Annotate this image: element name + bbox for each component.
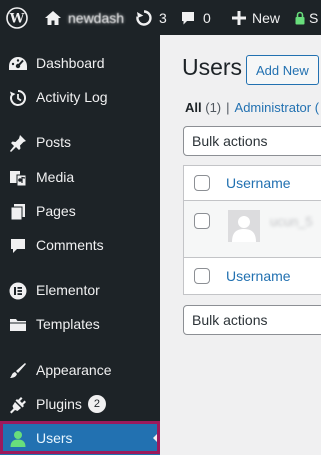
username-column-footer[interactable]: Username: [226, 268, 291, 284]
sidebar-item-users[interactable]: Users: [0, 421, 160, 455]
updates-link[interactable]: 3: [135, 0, 167, 35]
sidebar-item-label: Templates: [36, 316, 100, 332]
filter-administrator[interactable]: Administrator (: [235, 100, 320, 115]
sidebar-item-label: Media: [36, 169, 75, 185]
avatar: [228, 210, 260, 242]
brush-icon: [8, 361, 28, 381]
table-header-row: Username: [184, 166, 321, 201]
select-all-checkbox[interactable]: [194, 175, 210, 191]
pin-icon: [8, 133, 28, 153]
sidebar-item-label: Activity Log: [36, 89, 108, 105]
sidebar-item-activity-log[interactable]: Activity Log: [0, 80, 160, 114]
add-new-user-button[interactable]: Add New: [246, 55, 319, 85]
sidebar-item-appearance[interactable]: Appearance: [0, 353, 160, 387]
sidebar-item-label: Plugins: [36, 396, 82, 412]
wordpress-icon: W: [6, 6, 28, 29]
users-table: Username ucun_5 Username: [183, 165, 321, 295]
plus-icon: [232, 10, 246, 25]
active-menu-arrow: [153, 431, 160, 445]
home-icon: [44, 10, 62, 26]
sidebar-item-label: Appearance: [36, 362, 112, 378]
comment-icon: [8, 236, 28, 256]
svg-text:W: W: [9, 11, 25, 26]
updates-count: 3: [159, 9, 167, 26]
sidebar-item-elementor[interactable]: Elementor: [0, 273, 160, 307]
page-title: Users: [182, 54, 243, 80]
seo-label: S: [309, 9, 319, 26]
row-checkbox[interactable]: [194, 213, 210, 229]
sidebar-item-plugins[interactable]: Plugins 2: [0, 387, 160, 421]
table-footer-row: Username: [184, 257, 321, 295]
sidebar-item-label: Dashboard: [36, 55, 105, 71]
sidebar-item-templates[interactable]: Templates: [0, 307, 160, 341]
filter-all[interactable]: All (1): [185, 100, 221, 115]
sidebar-item-media[interactable]: Media: [0, 160, 160, 194]
new-content-link[interactable]: New: [232, 0, 280, 35]
username-column-header[interactable]: Username: [226, 175, 291, 191]
wordpress-logo-button[interactable]: W: [6, 0, 28, 35]
pages-icon: [8, 202, 28, 222]
sidebar-item-pages[interactable]: Pages: [0, 194, 160, 228]
admin-bar: W newdash 3 0 New S: [0, 0, 321, 35]
media-icon: [8, 168, 28, 188]
row-username[interactable]: ucun_5: [270, 214, 313, 229]
sidebar-item-comments[interactable]: Comments: [0, 228, 160, 262]
sidebar-item-label: Posts: [36, 134, 72, 150]
seo-link[interactable]: S: [295, 0, 318, 35]
sidebar-item-label: Users: [36, 430, 73, 446]
bulk-actions-select-top[interactable]: Bulk actions: [183, 126, 321, 156]
site-name: newdash: [68, 9, 125, 26]
sidebar-item-dashboard[interactable]: Dashboard: [0, 46, 160, 80]
plugins-update-badge: 2: [87, 395, 106, 413]
sidebar-item-label: Pages: [36, 203, 76, 219]
plugin-icon: [8, 395, 28, 415]
sidebar-item-label: Elementor: [36, 282, 100, 298]
filter-separator: |: [226, 100, 230, 115]
new-label: New: [252, 9, 281, 26]
filter-all-label: All: [185, 100, 202, 115]
filter-all-count: (1): [205, 100, 222, 115]
select-all-checkbox-footer[interactable]: [194, 268, 210, 284]
history-icon: [8, 88, 28, 108]
comment-bubble-icon: [180, 10, 196, 26]
lock-icon: [295, 11, 305, 25]
role-filter-links: All (1) | Administrator (: [185, 100, 319, 115]
admin-sidebar: Dashboard Activity Log Posts Media Pages…: [0, 35, 160, 455]
users-icon: [8, 429, 28, 449]
bulk-actions-select-bottom[interactable]: Bulk actions: [183, 305, 321, 335]
comments-link[interactable]: 0: [180, 0, 211, 35]
site-name-link[interactable]: newdash: [44, 0, 124, 35]
updates-icon: [135, 9, 153, 27]
folder-icon: [8, 315, 28, 335]
elementor-icon: [8, 281, 28, 301]
sidebar-item-label: Comments: [36, 237, 104, 253]
table-row: ucun_5: [184, 201, 321, 258]
comments-count: 0: [203, 9, 211, 26]
main-content: Users Add New All (1) | Administrator ( Bu…: [160, 35, 321, 454]
dashboard-icon: [8, 54, 28, 74]
sidebar-item-posts[interactable]: Posts: [0, 125, 160, 159]
